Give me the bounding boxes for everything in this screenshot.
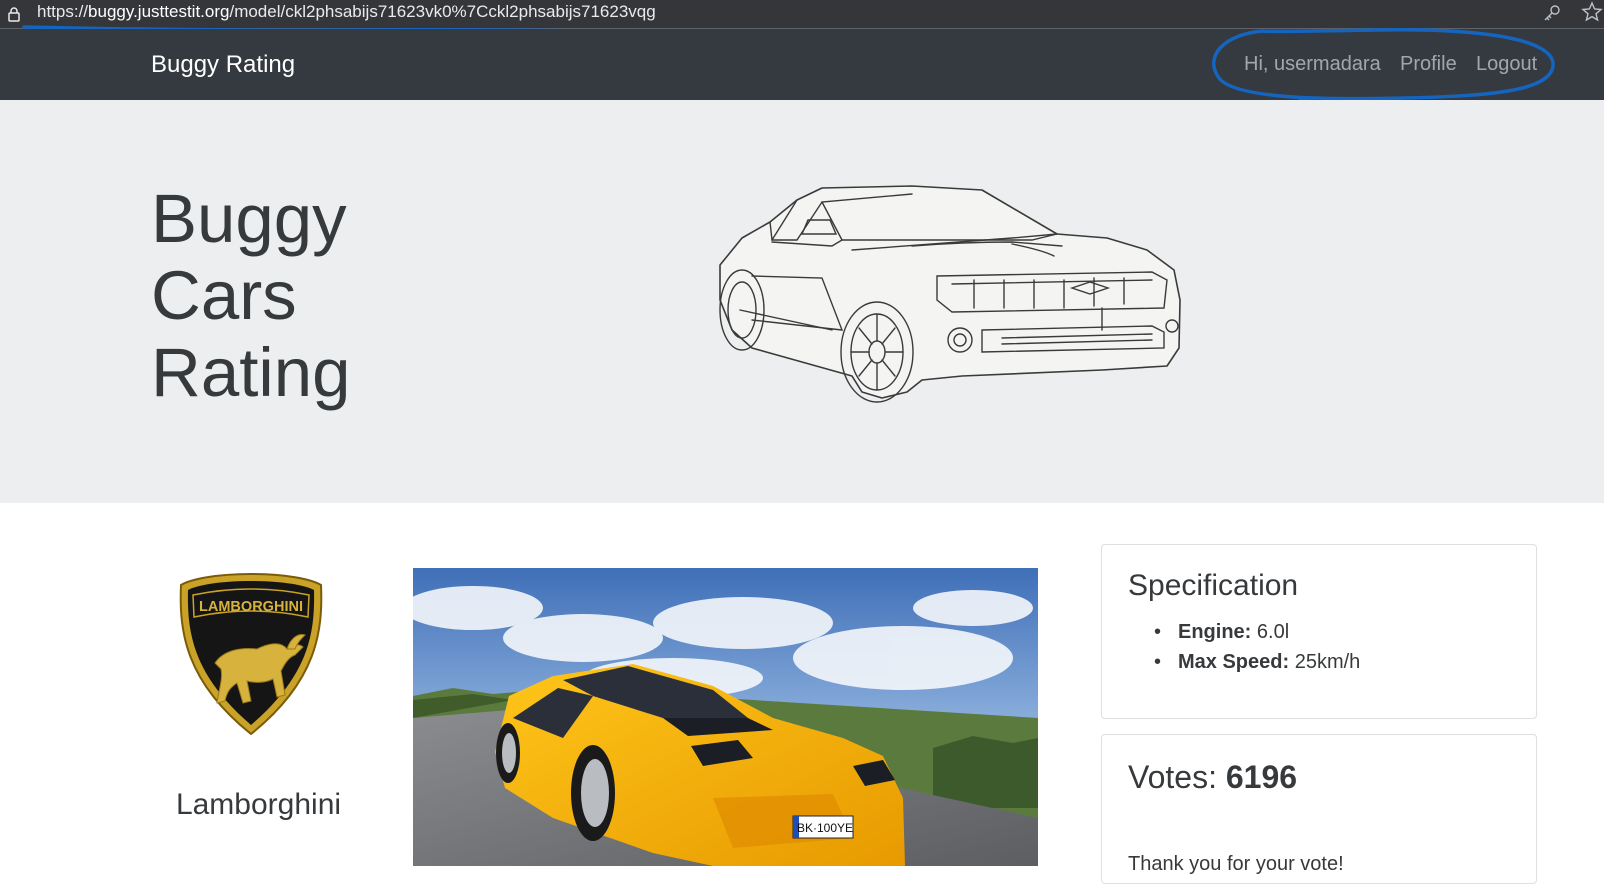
specification-title: Specification xyxy=(1128,569,1299,602)
model-photo: BK·100YE xyxy=(413,568,1038,866)
brand-link[interactable]: Buggy Rating xyxy=(151,51,295,79)
hero-title: Buggy Cars Rating xyxy=(151,180,350,411)
spec-engine-value: 6.0l xyxy=(1256,621,1290,643)
votes-heading: Votes: 6196 xyxy=(1128,759,1297,796)
specification-list: Engine: 6.0l Max Speed: 25km/h xyxy=(1128,617,1360,677)
address-url[interactable]: https://buggy.justtestit.org/model/ckl2p… xyxy=(37,2,656,22)
profile-link[interactable]: Profile xyxy=(1400,53,1457,76)
spec-max-speed-value: 25km/h xyxy=(1294,651,1361,673)
svg-text:BK·100YE: BK·100YE xyxy=(797,821,853,835)
hero-title-line: Buggy xyxy=(151,180,347,257)
logo-wordmark: LAMBORGHINI xyxy=(199,598,303,615)
lamborghini-shield-logo[interactable]: LAMBORGHINI xyxy=(177,571,325,737)
vote-thanks-message: Thank you for your vote! xyxy=(1128,853,1344,875)
browser-address-bar[interactable]: https://buggy.justtestit.org/model/ckl2p… xyxy=(0,0,1604,29)
spec-max-speed: Max Speed: 25km/h xyxy=(1154,647,1361,677)
votes-card: Votes: 6196 Thank you for your vote! xyxy=(1101,734,1537,884)
user-greeting: Hi, usermadara xyxy=(1244,53,1381,75)
spec-max-speed-label: Max Speed: xyxy=(1178,651,1290,673)
spec-engine-label: Engine: xyxy=(1178,621,1252,643)
car-sketch-illustration xyxy=(719,185,1181,403)
lock-icon[interactable] xyxy=(6,6,22,22)
logout-link[interactable]: Logout xyxy=(1476,53,1537,76)
hero-title-line: Rating xyxy=(151,334,351,411)
votes-count: 6196 xyxy=(1225,759,1298,795)
specification-card: Specification Engine: 6.0l Max Speed: 25… xyxy=(1101,544,1537,719)
url-path: /model/ckl2phsabijs71623vk0%7Cckl2phsabi… xyxy=(229,2,656,21)
votes-label: Votes: xyxy=(1128,759,1217,795)
bookmark-star-icon[interactable] xyxy=(1580,0,1604,24)
hero-title-line: Cars xyxy=(151,257,297,334)
hero-jumbotron: Buggy Cars Rating xyxy=(0,100,1604,503)
url-domain: buggy.justtestit.org xyxy=(88,2,230,21)
spec-engine: Engine: 6.0l xyxy=(1154,617,1360,647)
key-icon[interactable] xyxy=(1541,2,1563,24)
top-navbar: Buggy Rating Hi, usermadara Profile Logo… xyxy=(0,29,1604,100)
make-name: Lamborghini xyxy=(175,788,342,821)
